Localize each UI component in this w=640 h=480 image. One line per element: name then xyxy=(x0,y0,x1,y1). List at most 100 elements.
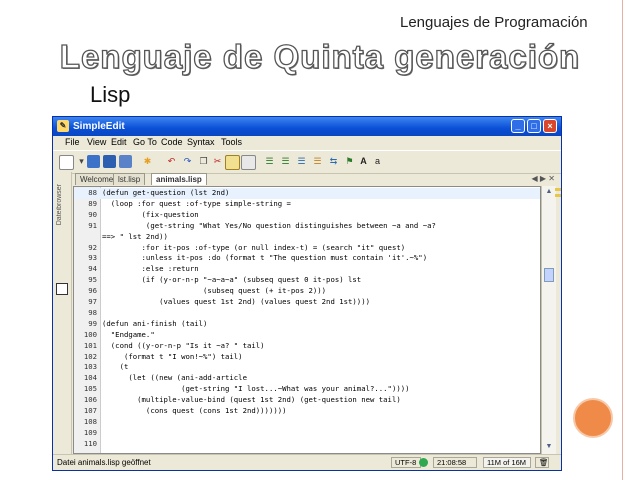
slide-header: Lenguajes de Programación xyxy=(400,14,588,31)
line-number: 100 xyxy=(83,329,97,339)
code-line[interactable]: 98 xyxy=(74,308,540,319)
code-line[interactable]: 91 (get-string "What Yes/No question dis… xyxy=(74,221,540,232)
code-line[interactable]: 105 (get-string "I lost...~What was your… xyxy=(74,384,540,395)
menu-tools[interactable]: Tools xyxy=(221,137,242,147)
code-line[interactable]: 94 :else :return xyxy=(74,264,540,275)
file-browser-label: Dateibrowser xyxy=(56,184,63,226)
code-line[interactable]: 90 (fix-question xyxy=(74,210,540,221)
code-line[interactable]: 99 (defun ani-finish (tail) xyxy=(74,319,540,330)
delete-icon[interactable] xyxy=(241,155,256,170)
code-line[interactable]: 108 xyxy=(74,417,540,428)
code-line[interactable]: 96 (subseq quest (+ it-pos 2))) xyxy=(74,286,540,297)
maximize-button[interactable]: □ xyxy=(527,119,541,133)
code-line[interactable]: 97 (values quest 1st 2nd) (values quest … xyxy=(74,297,540,308)
code-line[interactable]: 100 "Endgame." xyxy=(74,330,540,341)
line-number: 95 xyxy=(88,275,97,285)
code-line[interactable]: 89 (loop :for quest :of-type simple-stri… xyxy=(74,199,540,210)
window-titlebar[interactable]: ✎ SimpleEdit _ □ × xyxy=(53,117,561,136)
tab-animals-lisp[interactable]: animals.lisp xyxy=(151,173,207,185)
line-number: 107 xyxy=(83,406,97,415)
menu-syntax[interactable]: Syntax xyxy=(187,137,215,147)
code-line[interactable]: 101 (cond ((y-or-n-p "Is it ~a? " tail) xyxy=(74,341,540,352)
code-line[interactable]: 107 (cons quest (cons 1st 2nd))))))) xyxy=(74,406,540,417)
font-size-down-icon[interactable]: A xyxy=(357,155,370,168)
indent-icon[interactable]: ☰ xyxy=(263,155,276,168)
menu-view[interactable]: View xyxy=(87,137,106,147)
cut-icon[interactable]: ✂ xyxy=(211,155,224,168)
line-number: 91 xyxy=(88,220,97,230)
copy-icon[interactable]: ❐ xyxy=(197,155,210,168)
menu-file[interactable]: File xyxy=(65,137,80,147)
line-number: 105 xyxy=(83,384,97,394)
uncomment-icon[interactable]: ☰ xyxy=(311,155,324,168)
save-all-icon[interactable] xyxy=(103,155,116,168)
tab-bar: Welcome lst.lisp animals.lisp ◀ ▶ ✕ xyxy=(73,172,561,186)
line-text: (cons quest (cons 1st 2nd))))))) xyxy=(102,406,287,415)
vertical-scrollbar[interactable]: ▲ ▼ xyxy=(541,186,556,454)
code-line[interactable]: 104 (let ((new (ani-add-article xyxy=(74,373,540,384)
menu-bar: File View Edit Go To Code Syntax Tools xyxy=(53,136,561,150)
panel-toggle-icon[interactable] xyxy=(56,283,68,295)
tab-scroll-arrows[interactable]: ◀ ▶ ✕ xyxy=(532,174,555,183)
line-text: (defun ani-finish (tail) xyxy=(102,318,208,328)
trash-icon[interactable]: 🗑 xyxy=(535,457,549,468)
comment-icon[interactable]: ☰ xyxy=(295,155,308,168)
code-line[interactable]: 93 :unless it-pos :do (format t "The que… xyxy=(74,253,540,264)
code-line[interactable]: 92 :for it-pos :of-type (or null index-t… xyxy=(74,243,540,254)
line-text: (cond ((y-or-n-p "Is it ~a? " tail) xyxy=(102,340,265,350)
line-text: :for it-pos :of-type (or null index-t) =… xyxy=(102,242,406,252)
file-browser-panel[interactable]: Dateibrowser xyxy=(53,172,72,454)
tab-welcome[interactable]: Welcome xyxy=(75,173,119,185)
line-number: 106 xyxy=(83,395,97,405)
code-line[interactable]: ==> " lst 2nd)) xyxy=(74,232,540,243)
code-line[interactable]: 109 xyxy=(74,428,540,439)
slide-decor-line xyxy=(622,0,623,480)
code-line[interactable]: 106 (multiple-value-bind (quest 1st 2nd)… xyxy=(74,395,540,406)
status-message: Datei animals.lisp geöffnet xyxy=(57,458,151,467)
scroll-up-icon[interactable]: ▲ xyxy=(544,187,554,197)
line-number: 97 xyxy=(88,297,97,306)
close-button[interactable]: × xyxy=(543,119,557,133)
line-number: 103 xyxy=(83,362,97,372)
font-size-up-icon[interactable]: a xyxy=(371,155,384,168)
code-line[interactable]: 103 (t xyxy=(74,362,540,373)
line-text: (format t "I won!~%") tail) xyxy=(102,351,243,361)
line-text: (let ((new (ani-add-article xyxy=(102,373,247,383)
code-line[interactable]: 110 xyxy=(74,439,540,450)
line-number: 108 xyxy=(83,416,97,426)
status-bar: Datei animals.lisp geöffnet UTF-8 21:08:… xyxy=(53,454,561,471)
new-file-icon[interactable] xyxy=(59,155,74,170)
menu-goto[interactable]: Go To xyxy=(133,137,157,147)
outdent-icon[interactable]: ☰ xyxy=(279,155,292,168)
clock: 21:08:58 xyxy=(433,457,477,468)
change-markers xyxy=(555,186,561,454)
code-line[interactable]: 102 (format t "I won!~%") tail) xyxy=(74,352,540,363)
menu-code[interactable]: Code xyxy=(161,137,183,147)
line-number: 92 xyxy=(88,242,97,252)
menu-edit[interactable]: Edit xyxy=(111,137,127,147)
code-line[interactable]: 95 (if (y-or-n-p "~a~a~a" (subseq quest … xyxy=(74,275,540,286)
bookmark-icon[interactable]: ⚑ xyxy=(343,155,356,168)
scroll-down-icon[interactable]: ▼ xyxy=(544,442,554,452)
save-as-icon[interactable] xyxy=(119,155,132,168)
slide-decor-circle xyxy=(573,398,613,438)
toolbar: ▾ ✱ ↶ ↷ ❐ ✂ ☰ ☰ ☰ ☰ ⇆ ⚑ A a xyxy=(53,150,561,174)
paste-icon[interactable] xyxy=(225,155,240,170)
memory-indicator[interactable]: 11M of 16M xyxy=(483,457,531,468)
line-number: 102 xyxy=(83,351,97,361)
code-editor[interactable]: 88 (defun get-question (lst 2nd) 89 (loop … xyxy=(73,186,541,454)
window-title: SimpleEdit xyxy=(73,121,125,132)
redo-icon[interactable]: ↷ xyxy=(181,155,194,168)
minimize-button[interactable]: _ xyxy=(511,119,525,133)
wrap-icon[interactable]: ⇆ xyxy=(327,155,340,168)
encoding-indicator[interactable]: UTF-8 xyxy=(391,457,421,468)
tab-lst-lisp[interactable]: lst.lisp xyxy=(113,173,146,185)
line-text: (get-string "What Yes/No question distin… xyxy=(102,220,436,230)
scroll-thumb[interactable] xyxy=(544,268,554,282)
settings-icon[interactable]: ✱ xyxy=(141,155,154,168)
undo-icon[interactable]: ↶ xyxy=(165,155,178,168)
line-number: 109 xyxy=(83,427,97,437)
code-line[interactable]: 88 (defun get-question (lst 2nd) xyxy=(74,188,540,199)
line-number: 90 xyxy=(88,209,97,219)
save-icon[interactable] xyxy=(87,155,100,168)
